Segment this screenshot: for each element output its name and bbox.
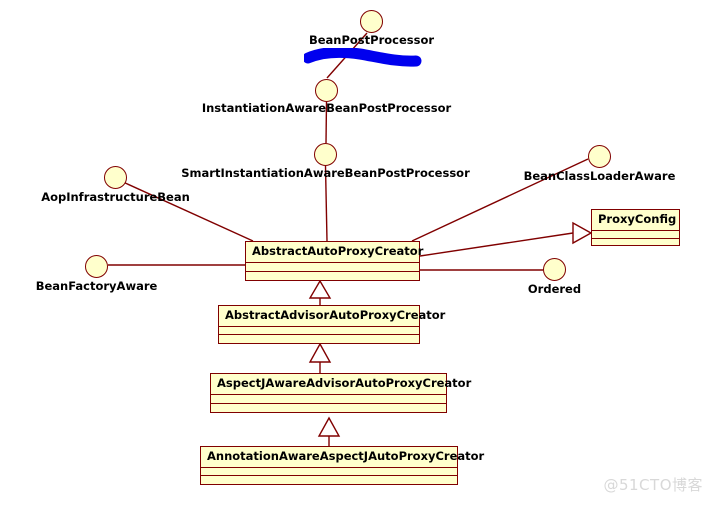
interface-circle-icon [85, 255, 108, 278]
uml-class-diagram: BeanPostProcessor InstantiationAwareBean… [0, 0, 717, 509]
node-label: BeanPostProcessor [308, 33, 435, 47]
class-attributes-compartment [219, 327, 419, 335]
edge-aaapc-to-aapc [308, 279, 332, 305]
class-operations-compartment [592, 239, 679, 247]
class-operations-compartment [201, 476, 457, 484]
interface-circle-icon [360, 10, 383, 33]
class-attributes-compartment [246, 263, 419, 272]
node-abstract-advisor-auto-proxy-creator[interactable]: AbstractAdvisorAutoProxyCreator [218, 305, 445, 344]
node-proxy-config[interactable]: ProxyConfig [591, 209, 680, 246]
node-abstract-auto-proxy-creator[interactable]: AbstractAutoProxyCreator [245, 241, 423, 281]
node-annotation-aware-aspectj-auto-proxy-creator[interactable]: AnnotationAwareAspectJAutoProxyCreator [200, 446, 484, 485]
interface-circle-icon [543, 258, 566, 281]
node-label: BeanFactoryAware [35, 279, 158, 293]
interface-circle-icon [315, 79, 338, 102]
interface-circle-icon [104, 166, 127, 189]
node-label: InstantiationAwareBeanPostProcessor [201, 101, 452, 115]
class-title: AnnotationAwareAspectJAutoProxyCreator [201, 447, 484, 468]
class-title: ProxyConfig [592, 210, 679, 231]
class-attributes-compartment [211, 395, 446, 404]
class-title: AbstractAdvisorAutoProxyCreator [219, 306, 445, 327]
class-attributes-compartment [592, 231, 679, 239]
interface-circle-icon [588, 145, 611, 168]
class-title: AbstractAutoProxyCreator [246, 242, 423, 263]
edge-aaajapc-to-ajaapc [317, 416, 341, 446]
class-operations-compartment [246, 272, 419, 280]
edge-ajaapc-to-aaapc [308, 342, 332, 373]
node-aspectj-aware-advisor-auto-proxy-creator[interactable]: AspectJAwareAdvisorAutoProxyCreator [210, 373, 471, 413]
class-title: AspectJAwareAdvisorAutoProxyCreator [211, 374, 471, 395]
node-label: SmartInstantiationAwareBeanPostProcessor [181, 166, 470, 180]
node-label: Ordered [527, 282, 582, 296]
node-label: AopInfrastructureBean [41, 190, 190, 204]
class-attributes-compartment [201, 468, 457, 476]
class-operations-compartment [211, 404, 446, 412]
node-label: BeanClassLoaderAware [523, 169, 676, 183]
watermark: @51CTO博客 [603, 476, 703, 494]
class-operations-compartment [219, 335, 419, 343]
edge-aapc-to-proxyconfig [419, 221, 593, 257]
interface-circle-icon [314, 143, 337, 166]
